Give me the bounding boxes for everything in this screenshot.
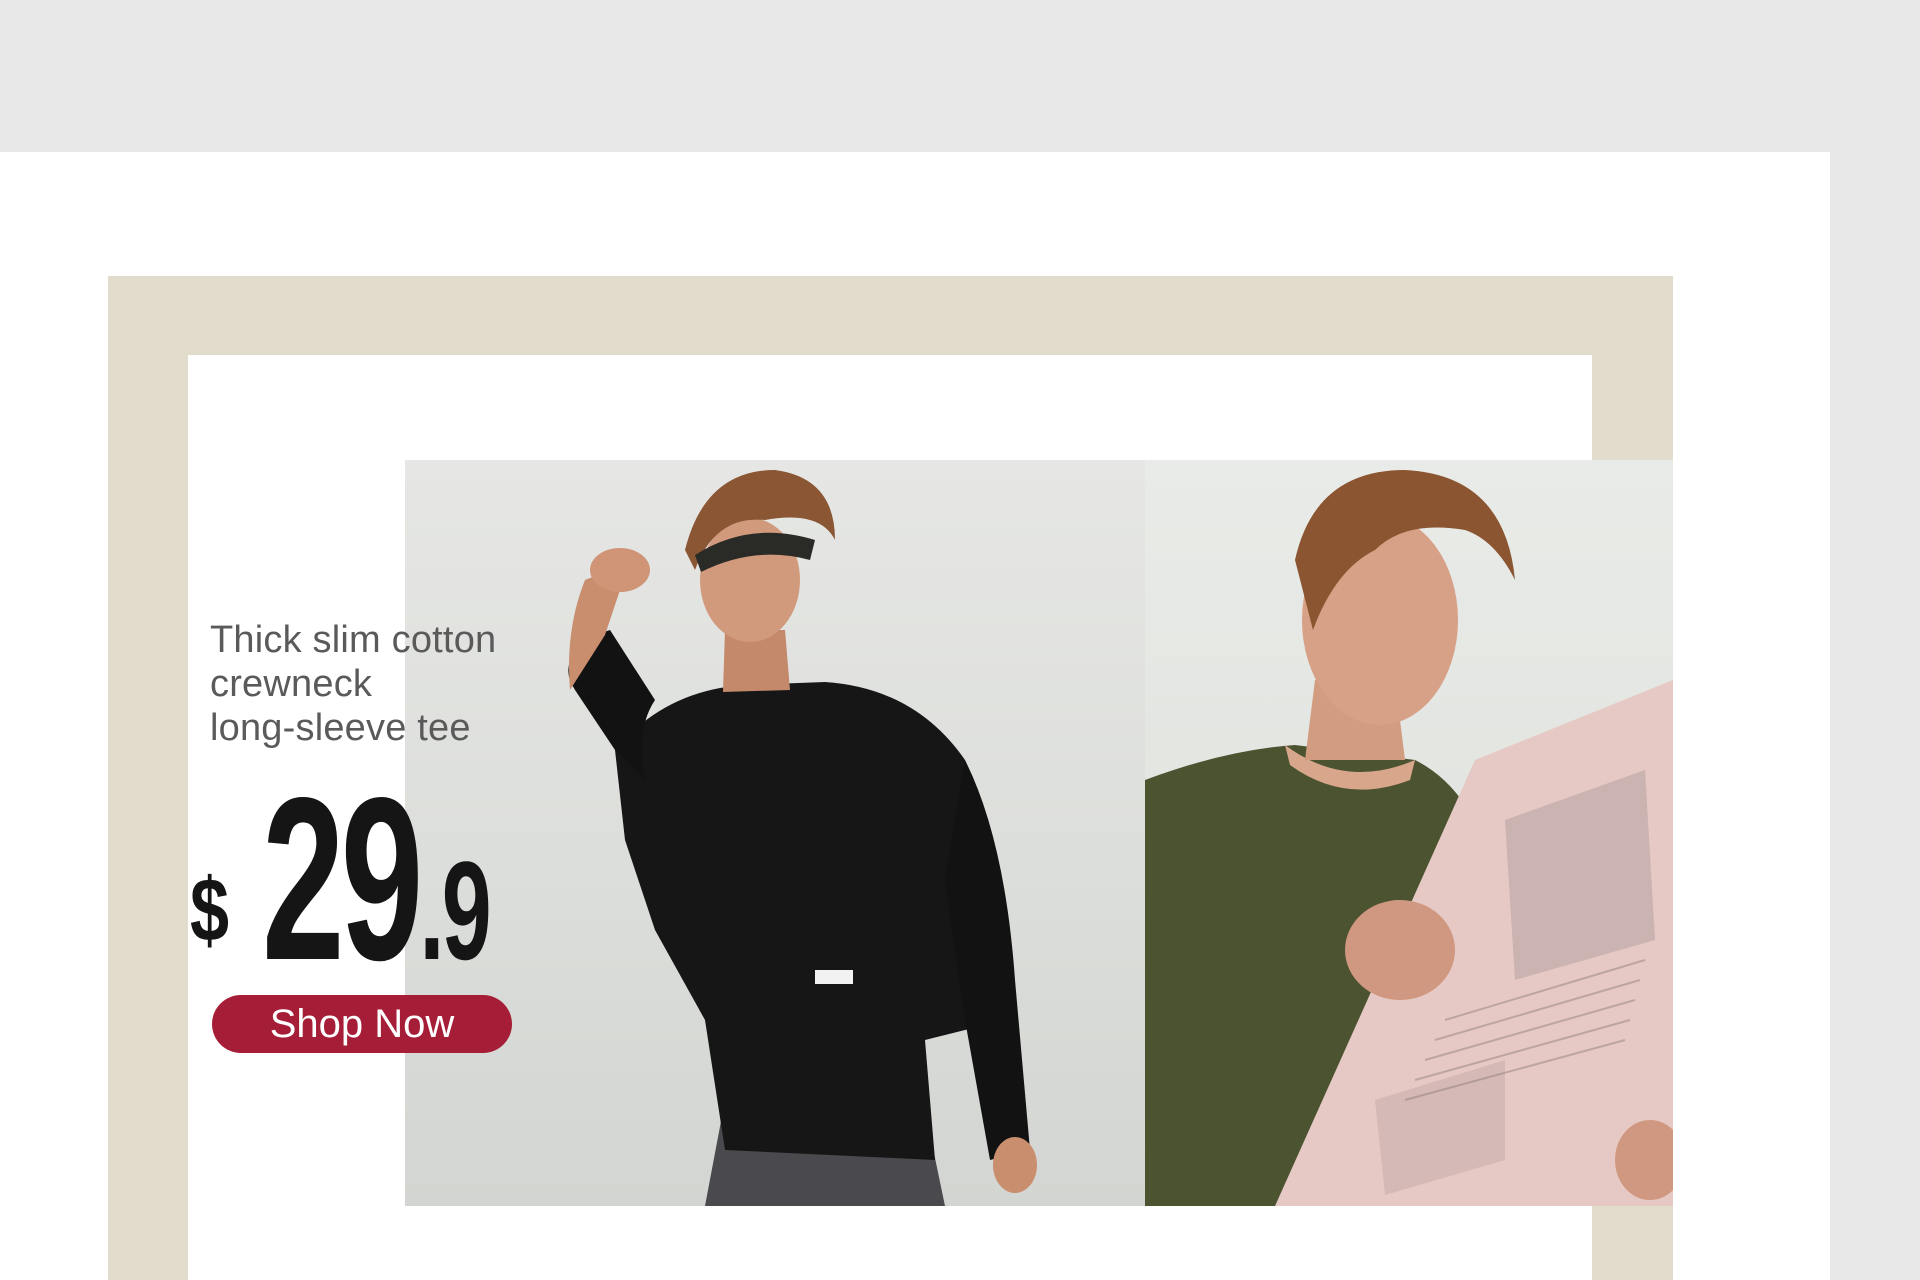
price-amount: 29.9 <box>262 764 492 1011</box>
product-photo-black-tee <box>405 460 1145 1206</box>
promo-banner-canvas: Thick slim cotton crewneck long-sleeve t… <box>0 0 1920 1280</box>
shop-now-button[interactable]: Shop Now <box>212 995 512 1053</box>
product-title: Thick slim cotton crewneck long-sleeve t… <box>210 618 550 750</box>
price-integer: 29 <box>262 750 423 1009</box>
product-title-line-2: crewneck <box>210 663 373 705</box>
product-title-line-3: long-sleeve tee <box>210 707 471 749</box>
product-title-line-1: Thick slim cotton <box>210 619 497 661</box>
product-photo-olive-tee <box>1145 460 1673 1206</box>
price-decimal: .9 <box>419 832 491 989</box>
price-currency: $ <box>190 861 230 961</box>
